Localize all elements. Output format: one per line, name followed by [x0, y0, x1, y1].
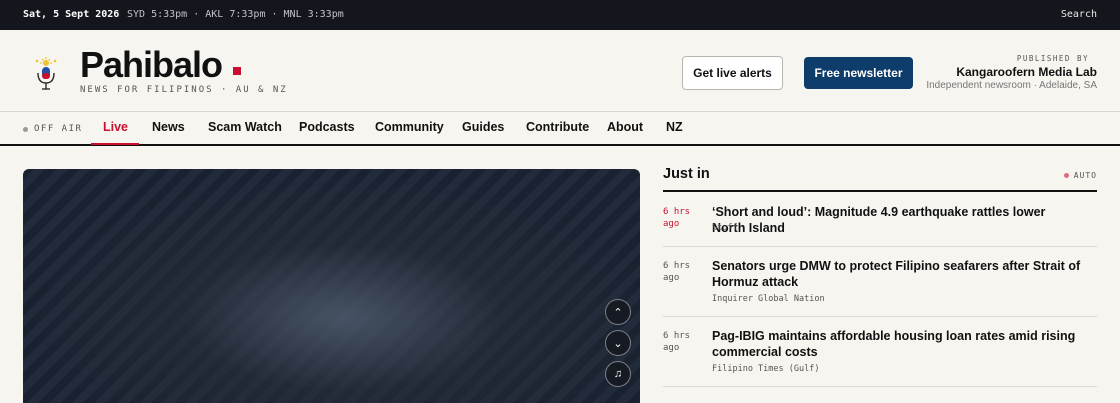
just-in-title: Just in — [663, 166, 710, 182]
broadcast-status: OFF AIR — [23, 124, 82, 134]
list-item[interactable]: 6 hrs ago ‘Short and loud’: Magnitude 4.… — [663, 204, 1097, 247]
auto-label: AUTO — [1073, 171, 1097, 180]
story-headline[interactable]: ‘Short and loud’: Magnitude 4.9 earthqua… — [712, 204, 1082, 236]
free-newsletter-button[interactable]: Free newsletter — [804, 57, 913, 89]
live-video-player[interactable]: ⌃ ⌄ ♫ — [23, 169, 640, 403]
brand-name[interactable]: Pahibalo — [80, 44, 223, 86]
broadcast-status-label: OFF AIR — [34, 124, 83, 134]
nav-item-contribute[interactable]: Contribute — [526, 120, 589, 134]
nav-item-podcasts[interactable]: Podcasts — [299, 120, 355, 134]
chevron-down-icon[interactable]: ⌄ — [605, 330, 631, 356]
status-dot-icon — [23, 126, 28, 132]
brand-dot — [233, 67, 241, 75]
top-bar: Sat, 5 Sept 2026 SYD 5:33pm · AKL 7:33pm… — [0, 0, 1120, 30]
story-time: 6 hrs ago — [663, 207, 691, 229]
nav-item-community[interactable]: Community — [375, 120, 444, 134]
search-link[interactable]: Search — [1061, 9, 1097, 20]
world-clocks: SYD 5:33pm · AKL 7:33pm · MNL 3:33pm — [127, 9, 344, 20]
chevron-up-icon[interactable]: ⌃ — [605, 299, 631, 325]
story-headline[interactable]: Senators urge DMW to protect Filipino se… — [712, 258, 1082, 290]
list-item[interactable]: 6 hrs ago Senators urge DMW to protect F… — [663, 258, 1097, 317]
nav-item-nz[interactable]: NZ — [666, 120, 683, 134]
music-note-icon[interactable]: ♫ — [605, 361, 631, 387]
story-source: Inquirer Global Nation — [712, 294, 825, 304]
story-source: Filipino Times (Gulf) — [712, 364, 820, 374]
nav-item-guides[interactable]: Guides — [462, 120, 504, 134]
published-by-label: PUBLISHED BY — [1016, 54, 1089, 63]
story-time: 6 hrs ago — [663, 331, 691, 353]
story-source: Stuff — [712, 223, 738, 233]
nav-item-about[interactable]: About — [607, 120, 643, 134]
story-headline[interactable]: Pag-IBIG maintains affordable housing lo… — [712, 328, 1082, 360]
auto-dot-icon — [1063, 173, 1069, 178]
active-nav-indicator — [91, 143, 139, 145]
publisher-subtitle: Independent newsroom · Adelaide, SA — [926, 80, 1097, 91]
story-time: 6 hrs ago — [663, 261, 691, 283]
list-item[interactable]: 6 hrs ago Pag-IBIG maintains affordable … — [663, 328, 1097, 387]
publisher-name: Kangaroofern Media Lab — [956, 65, 1097, 79]
auto-refresh-toggle[interactable]: AUTO — [1063, 171, 1097, 180]
tagline: NEWS FOR FILIPINOS · AU & NZ — [80, 85, 288, 95]
nav-item-live[interactable]: Live — [103, 120, 128, 134]
divider — [663, 190, 1097, 192]
logo-icon[interactable] — [33, 56, 59, 92]
site-header: Pahibalo NEWS FOR FILIPINOS · AU & NZ Ge… — [0, 30, 1120, 112]
nav-item-scam-watch[interactable]: Scam Watch — [208, 120, 282, 134]
nav-item-news[interactable]: News — [152, 120, 185, 134]
main-nav: OFF AIR Live News Scam Watch Podcasts Co… — [0, 112, 1120, 146]
get-live-alerts-button[interactable]: Get live alerts — [682, 56, 783, 90]
current-date: Sat, 5 Sept 2026 — [23, 9, 120, 20]
